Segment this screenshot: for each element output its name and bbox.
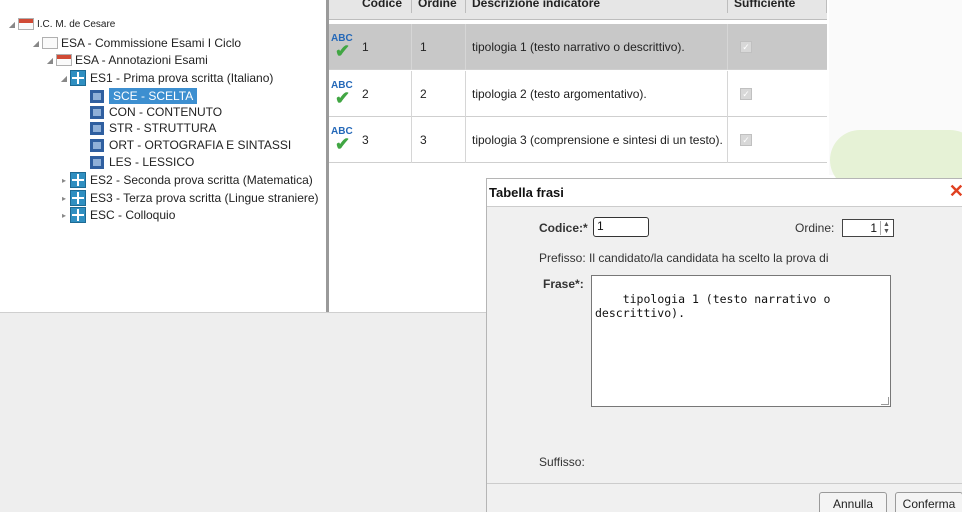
indicator-grid: Codice Ordine Descrizione indicatore Suf… — [329, 0, 829, 163]
tree-node-es3[interactable]: ▸ ES3 - Terza prova scritta (Lingue stra… — [60, 190, 319, 206]
tree-label-les: LES - LESSICO — [109, 155, 195, 169]
expand-icon[interactable]: ▸ — [60, 176, 68, 185]
tree-node-les[interactable]: LES - LESSICO — [90, 155, 194, 169]
cell-codice: 3 — [356, 117, 412, 163]
tree-label-con: CON - CONTENUTO — [109, 105, 223, 119]
spinner-arrows-icon[interactable]: ▲ ▼ — [880, 221, 892, 235]
cell-ordine: 2 — [412, 71, 466, 117]
sufficiente-checkbox[interactable]: ✓ — [740, 88, 752, 100]
indicator-icon — [90, 89, 104, 103]
cell-descrizione: tipologia 3 (comprensione e sintesi di u… — [466, 117, 728, 163]
cell-descrizione: tipologia 1 (testo narrativo o descritti… — [466, 24, 728, 70]
tree-node-commission[interactable]: ◢ ESA - Commissione Esami I Ciclo — [32, 36, 241, 50]
prefisso-text: Prefisso: Il candidato/la candidata ha s… — [539, 251, 829, 265]
close-icon[interactable]: ✕ — [949, 181, 962, 201]
calendar-icon — [42, 37, 58, 49]
tree-node-ort[interactable]: ORT - ORTOGRAFIA E SINTASSI — [90, 138, 291, 152]
header-sufficiente[interactable]: Sufficiente — [728, 0, 827, 13]
calendar-icon — [18, 18, 34, 30]
tree-node-str[interactable]: STR - STRUTTURA — [90, 121, 216, 135]
ordine-stepper[interactable]: 1 ▲ ▼ — [842, 219, 894, 237]
tree-label-es3: ES3 - Terza prova scritta (Lingue strani… — [90, 191, 319, 205]
tree-panel: ◢ I.C. M. de Cesare ◢ ESA - Commissione … — [0, 0, 326, 312]
annulla-button[interactable]: Annulla — [819, 492, 887, 512]
indicator-icon — [90, 155, 104, 169]
cell-codice: 2 — [356, 71, 412, 117]
tree-label-str: STR - STRUTTURA — [109, 121, 217, 135]
tree-label-root: I.C. M. de Cesare — [37, 18, 116, 30]
table-row[interactable]: ABC ✔ 1 1 tipologia 1 (testo narrativo o … — [329, 24, 827, 70]
tree-node-annotations[interactable]: ◢ ESA - Annotazioni Esami — [46, 53, 208, 67]
ordine-label: Ordine: — [795, 221, 835, 235]
cell-ordine: 1 — [412, 24, 466, 70]
header-ordine[interactable]: Ordine — [412, 0, 466, 13]
grid-header: Codice Ordine Descrizione indicatore Suf… — [329, 0, 827, 20]
grid-icon — [70, 190, 86, 206]
tabella-frasi-dialog: Tabella frasi ✕ Codice:* 1 Ordine: 1 ▲ ▼ … — [486, 178, 962, 512]
collapse-icon[interactable]: ◢ — [46, 56, 54, 65]
sufficiente-checkbox[interactable]: ✓ — [740, 134, 752, 146]
frase-text: tipologia 1 (testo narrativo o descritti… — [595, 292, 831, 320]
spellcheck-icon: ABC ✔ — [331, 33, 353, 61]
calendar-icon — [56, 54, 72, 66]
indicator-icon — [90, 121, 104, 135]
tree-node-root[interactable]: ◢ I.C. M. de Cesare — [8, 18, 115, 30]
collapse-icon[interactable]: ◢ — [60, 74, 68, 83]
indicator-icon — [90, 105, 104, 119]
suffisso-label: Suffisso: — [539, 455, 585, 469]
tree-label-ort: ORT - ORTOGRAFIA E SINTASSI — [109, 138, 292, 152]
grid-icon — [70, 70, 86, 86]
tree-node-sce[interactable]: SCE - SCELTA — [90, 88, 198, 104]
codice-label: Codice:* — [539, 221, 588, 235]
spellcheck-icon: ABC ✔ — [331, 80, 353, 108]
tree-label-annotations: ESA - Annotazioni Esami — [75, 53, 208, 67]
cell-codice: 1 — [356, 24, 412, 70]
tree-label-commission: ESA - Commissione Esami I Ciclo — [61, 36, 242, 50]
tree-node-es2[interactable]: ▸ ES2 - Seconda prova scritta (Matematic… — [60, 172, 313, 188]
codice-input[interactable]: 1 — [593, 217, 649, 237]
tree-node-con[interactable]: CON - CONTENUTO — [90, 105, 222, 119]
cell-sufficiente: ✓ — [728, 24, 827, 70]
dialog-footer: Annulla Conferma — [487, 483, 962, 512]
expand-icon[interactable]: ▸ — [60, 194, 68, 203]
cell-sufficiente: ✓ — [728, 71, 827, 117]
collapse-icon[interactable]: ◢ — [32, 39, 40, 48]
cell-ordine: 3 — [412, 117, 466, 163]
tree-label-sce: SCE - SCELTA — [109, 88, 198, 104]
expand-icon[interactable]: ▸ — [60, 211, 68, 220]
tree-node-es1[interactable]: ◢ ES1 - Prima prova scritta (Italiano) — [60, 70, 273, 86]
tree-node-esc[interactable]: ▸ ESC - Colloquio — [60, 207, 175, 223]
resize-grip-icon[interactable] — [881, 397, 889, 405]
tree-label-es2: ES2 - Seconda prova scritta (Matematica) — [90, 173, 313, 187]
table-row[interactable]: ABC ✔ 2 2 tipologia 2 (testo argomentativ… — [329, 71, 827, 117]
collapse-icon[interactable]: ◢ — [8, 20, 16, 29]
tree-label-esc: ESC - Colloquio — [90, 208, 176, 222]
indicator-icon — [90, 138, 104, 152]
table-row[interactable]: ABC ✔ 3 3 tipologia 3 (comprensione e sin… — [329, 117, 827, 163]
frase-label: Frase*: — [543, 277, 584, 291]
conferma-button[interactable]: Conferma — [895, 492, 962, 512]
header-codice[interactable]: Codice — [356, 0, 412, 13]
empty-panel — [0, 312, 486, 512]
grid-icon — [70, 172, 86, 188]
header-descrizione[interactable]: Descrizione indicatore — [466, 0, 728, 13]
cell-sufficiente: ✓ — [728, 117, 827, 163]
grid-icon — [70, 207, 86, 223]
cell-descrizione: tipologia 2 (testo argomentativo). — [466, 71, 728, 117]
tree-label-es1: ES1 - Prima prova scritta (Italiano) — [90, 71, 274, 85]
spellcheck-icon: ABC ✔ — [331, 126, 353, 154]
dialog-title: Tabella frasi — [487, 179, 962, 207]
frase-textarea[interactable]: tipologia 1 (testo narrativo o descritti… — [591, 275, 891, 407]
sufficiente-checkbox[interactable]: ✓ — [740, 41, 752, 53]
ordine-value: 1 — [870, 221, 877, 235]
